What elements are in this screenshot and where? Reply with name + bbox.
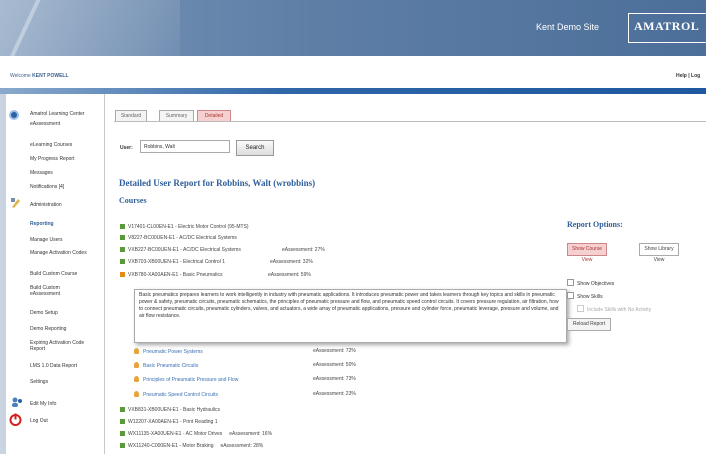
course-assessment: eAssessment: 59% [268,272,311,278]
checkbox-icon[interactable] [567,279,574,286]
course-assessment: eAssessment: 27% [282,247,325,253]
course-name: WX11135-XA00UEN-E1 - AC Motor Drives eAs… [128,431,273,437]
course-row[interactable]: VXB703-XB00UEN-E1 - Electrical Control 1 [120,259,225,265]
show-course-view-button[interactable]: Show Course View [567,243,607,263]
administration-icon [11,197,21,208]
sub-unit-link[interactable]: Pneumatic Power Systems [143,349,203,355]
user-label: User: [120,145,133,151]
sub-unit-assessment: eAssessment: 50% [313,362,356,368]
sidebar-item-demo-setup[interactable]: Demo Setup [30,310,58,316]
user-search-input[interactable]: Robbins, Walt [140,140,230,153]
power-icon [9,413,22,426]
course-status-icon [120,419,125,424]
course-status-icon [120,431,125,436]
sidebar-administration[interactable]: Administration [30,202,62,208]
sidebar-edit-info[interactable]: Edit My Info [30,401,56,407]
sidebar-item-build-course[interactable]: Build Custom Course [30,271,77,277]
sidebar-item-messages[interactable]: Messages [30,170,53,176]
sidebar-item-settings[interactable]: Settings [30,379,48,385]
course-name: VXB831-XB00UEN-E1 - Basic Hydraulics [128,407,220,413]
sidebar-item-build-eassessment[interactable]: Build Custom eAssessment [30,285,80,297]
report-options-heading: Report Options: [567,220,623,229]
checkbox-icon[interactable] [567,292,574,299]
course-name: V17401-CL00EN-E1 - Electric Motor Contro… [128,224,249,230]
sub-unit-assessment: eAssessment: 72% [313,348,356,354]
learning-center-icon [9,110,19,120]
sub-unit-link[interactable]: Principles of Pneumatic Pressure and Flo… [143,377,238,383]
course-row[interactable]: W12207-XA00AEN-E1 - Print Reading 1 [120,419,218,425]
course-row-selected[interactable]: VXB780-XA00AEN-E1 - Basic Pneumatics [120,272,223,278]
lightbulb-icon [134,362,139,368]
amatrol-logo[interactable]: AMATROL [634,19,699,34]
course-status-icon [120,272,125,277]
checkbox-label: Show Skills [577,294,603,300]
course-row[interactable]: V17401-CL00EN-E1 - Electric Motor Contro… [120,224,249,230]
sub-unit-link[interactable]: Basic Pneumatic Circuits [143,363,198,369]
course-status-icon [120,224,125,229]
sub-unit-link[interactable]: Pneumatic Speed Control Circuits [143,392,218,398]
welcome-user: KENT POWELL [32,73,69,79]
sub-unit-assessment: eAssessment: 23% [313,391,356,397]
checkbox-label: Include Skills with No Activity [587,307,652,313]
page-title: Detailed User Report for Robbins, Walt (… [119,178,316,188]
sidebar-item-progress-report[interactable]: My Progress Report [30,156,74,162]
site-name: Kent Demo Site [536,22,600,32]
help-logout-links[interactable]: Help | Log [676,73,700,79]
course-status-icon [120,247,125,252]
course-name: V8227-BC00UEN-E1 - AC/DC Electrical Syst… [128,235,237,241]
tab-divider [114,121,706,122]
user-info-icon [11,397,23,407]
checkbox-icon[interactable] [577,305,584,312]
course-assessment: eAssessment: 32% [270,259,313,265]
welcome-prefix: Welcome [10,73,33,79]
include-skills-checkbox[interactable]: Include Skills with No Activity [577,305,651,313]
sidebar-item-manage-users[interactable]: Manage Users [30,237,63,243]
show-skills-checkbox[interactable]: Show Skills [567,292,603,300]
site-header [0,0,706,56]
sidebar-item-expiring-codes[interactable]: Expiring Activation Code Report [30,340,90,352]
course-description-tooltip: Basic pneumatics prepares learners to wo… [134,289,567,343]
course-row[interactable]: WX11240-C000EN-E1 - Motor Braking eAsses… [120,443,263,449]
course-row[interactable]: WX11135-XA00UEN-E1 - AC Motor Drives eAs… [120,431,272,437]
welcome-bar [0,56,706,90]
sidebar-item-notifications[interactable]: Notifications [4] [30,184,64,190]
sidebar-item-demo-reporting[interactable]: Demo Reporting [30,326,66,332]
sub-unit-assessment: eAssessment: 73% [313,376,356,382]
show-library-view-button[interactable]: Show Library View [639,243,679,263]
courses-heading: Courses [119,196,147,205]
course-name: VXB703-XB00UEN-E1 - Electrical Control 1 [128,259,225,265]
course-status-icon [120,235,125,240]
course-row[interactable]: V8227-BC00UEN-E1 - AC/DC Electrical Syst… [120,235,237,241]
course-name: VXB227-BC00UEN-E1 - AC/DC Electrical Sys… [128,247,241,253]
sidebar-learning-center[interactable]: Amatrol Learning Center [30,111,84,117]
sidebar-item-activation-codes[interactable]: Manage Activation Codes [30,250,90,256]
course-name: W12207-XA00AEN-E1 - Print Reading 1 [128,419,218,425]
checkbox-label: Show Objectives [577,281,615,287]
reload-report-button[interactable]: Reload Report [567,318,611,331]
lightbulb-icon [134,376,139,382]
sidebar-item-elearning[interactable]: eLearning Courses [30,142,72,148]
course-status-icon [120,407,125,412]
course-row[interactable]: VXB831-XB00UEN-E1 - Basic Hydraulics [120,407,220,413]
welcome-message: Welcome KENT POWELL [10,73,69,79]
sidebar-item-eassessment[interactable]: eAssessment [30,121,60,127]
course-row[interactable]: VXB227-BC00UEN-E1 - AC/DC Electrical Sys… [120,247,241,253]
course-name: WX11240-C000EN-E1 - Motor Braking eAsses… [128,443,264,449]
lightbulb-icon [134,391,139,397]
course-status-icon [120,443,125,448]
sub-unit-row[interactable]: Basic Pneumatic Circuits [134,362,198,369]
sub-unit-row[interactable]: Principles of Pneumatic Pressure and Flo… [134,376,238,383]
sidebar-logout[interactable]: Log Out [30,418,48,424]
sub-unit-row[interactable]: Pneumatic Power Systems [134,348,203,355]
search-button[interactable]: Search [236,140,274,156]
sidebar-item-lms-report[interactable]: LMS 1.0 Data Report [30,363,77,369]
course-name: VXB780-XA00AEN-E1 - Basic Pneumatics [128,272,223,278]
sidebar-item-reporting[interactable]: Reporting [30,221,54,227]
course-status-icon [120,259,125,264]
show-objectives-checkbox[interactable]: Show Objectives [567,279,614,287]
sub-unit-row[interactable]: Pneumatic Speed Control Circuits [134,391,218,398]
lightbulb-icon [134,348,139,354]
